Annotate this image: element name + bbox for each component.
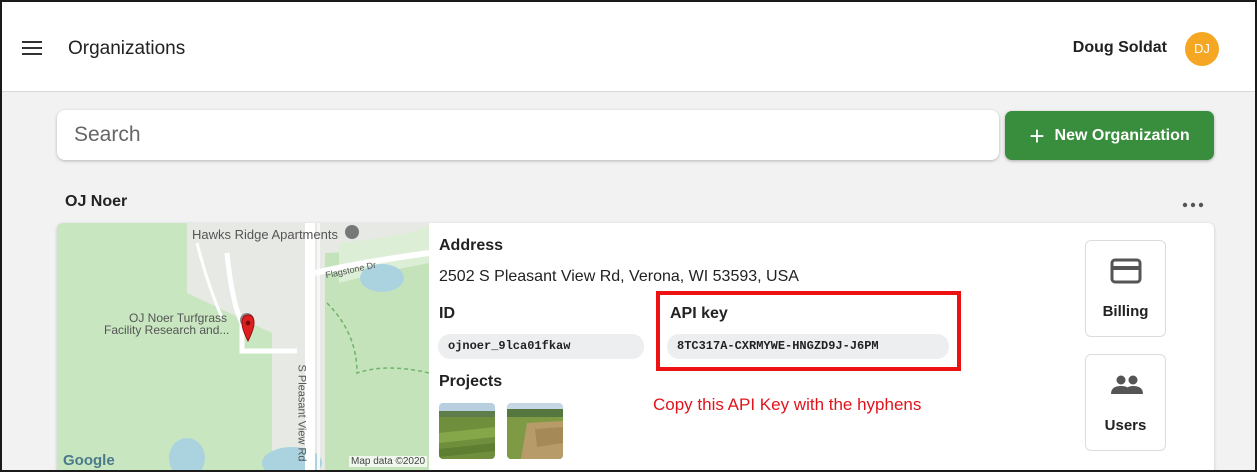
address-label: Address — [439, 237, 504, 254]
top-bar: Organizations Doug Soldat DJ — [2, 2, 1255, 92]
app-window: Organizations Doug Soldat DJ + New Organ… — [0, 0, 1257, 472]
avatar[interactable]: DJ — [1185, 32, 1219, 66]
new-organization-button[interactable]: + New Organization — [1005, 111, 1214, 160]
page-title: Organizations — [68, 38, 186, 59]
address-value: 2502 S Pleasant View Rd, Verona, WI 5359… — [439, 268, 799, 285]
api-key-highlight-box — [656, 291, 961, 371]
projects-label: Projects — [439, 373, 503, 390]
google-logo: Google — [63, 452, 115, 469]
organization-map[interactable]: Hawks Ridge Apartments Flagstone Dr OJ N… — [57, 223, 429, 470]
billing-button[interactable]: Billing — [1085, 240, 1166, 337]
credit-card-icon — [1110, 258, 1142, 284]
map-attribution: Map data ©2020 — [349, 456, 428, 467]
map-label-hawks-ridge: Hawks Ridge Apartments — [192, 227, 338, 242]
hamburger-menu-icon[interactable] — [22, 41, 42, 57]
more-options-icon[interactable] — [1182, 197, 1204, 211]
billing-label: Billing — [1102, 303, 1149, 320]
search-input[interactable] — [74, 123, 999, 147]
new-organization-label: New Organization — [1054, 126, 1190, 144]
project-thumbnail[interactable] — [507, 403, 563, 459]
search-box[interactable] — [57, 110, 999, 160]
map-label-pleasant-view: S Pleasant View Rd — [295, 364, 308, 462]
users-icon — [1111, 375, 1143, 394]
id-label: ID — [439, 305, 455, 322]
annotation-text: Copy this API Key with the hyphens — [653, 395, 922, 414]
organization-card: Hawks Ridge Apartments Flagstone Dr OJ N… — [57, 223, 1214, 470]
user-name[interactable]: Doug Soldat — [1073, 39, 1167, 57]
map-label-facility: Facility Research and... — [104, 323, 230, 337]
project-thumbnail[interactable] — [439, 403, 495, 459]
plus-icon: + — [1029, 120, 1045, 151]
users-button[interactable]: Users — [1085, 354, 1166, 451]
id-value[interactable]: ojnoer_9lca01fkaw — [438, 334, 644, 359]
organization-name: OJ Noer — [65, 193, 128, 210]
users-label: Users — [1104, 417, 1147, 434]
